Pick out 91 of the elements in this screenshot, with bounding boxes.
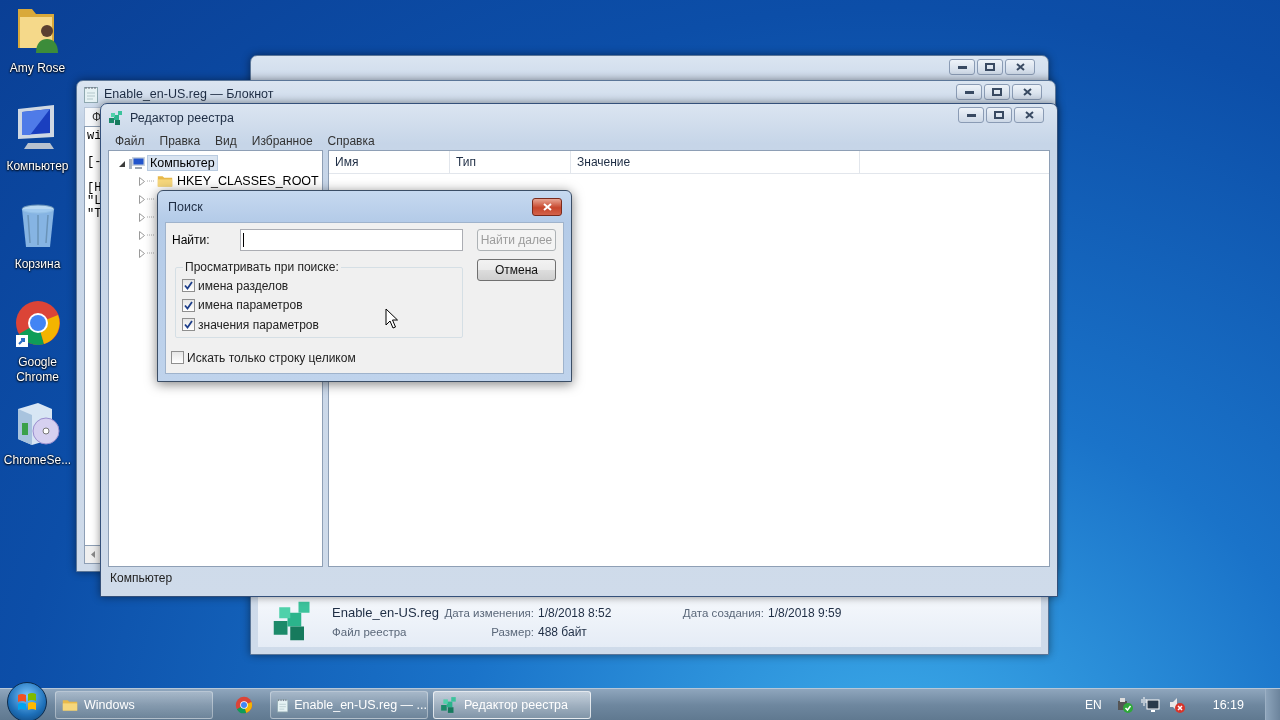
- language-indicator[interactable]: EN: [1085, 698, 1102, 712]
- field-label: Дата изменения:: [443, 606, 534, 619]
- desktop-icon-label[interactable]: Google Chrome: [2, 355, 73, 385]
- network-icon[interactable]: [1140, 696, 1161, 714]
- checkbox-label[interactable]: значения параметров: [198, 317, 319, 332]
- maximize-icon: [994, 111, 1004, 119]
- text-line: wi: [87, 130, 103, 143]
- dialog-title: Поиск: [168, 199, 203, 214]
- close-icon: [1015, 63, 1025, 71]
- field-value: 488 байт: [538, 624, 588, 639]
- expand-arrow-icon[interactable]: [139, 248, 145, 258]
- start-button[interactable]: [7, 682, 47, 720]
- dotted-line: [147, 180, 155, 182]
- dotted-line: [147, 198, 155, 200]
- collapse-arrow-icon[interactable]: [119, 159, 126, 167]
- text-line: "T: [87, 208, 103, 221]
- column-header[interactable]: Имя: [329, 151, 450, 173]
- menu-item[interactable]: Вид: [208, 134, 245, 148]
- maximize-button[interactable]: [984, 84, 1010, 100]
- expand-arrow-icon[interactable]: [139, 176, 145, 186]
- text-line: [H: [87, 182, 103, 195]
- checkbox[interactable]: [182, 318, 195, 332]
- minimize-icon: [966, 113, 976, 117]
- menu-item[interactable]: Файл: [108, 134, 153, 148]
- flag-icon: [17, 693, 37, 711]
- desktop-icon-label[interactable]: ChromeSe...: [2, 453, 73, 468]
- field-label: Размер:: [490, 625, 534, 638]
- menu-item[interactable]: Избранное: [244, 134, 321, 148]
- tree-item[interactable]: HKEY_CLASSES_ROOT: [175, 174, 321, 188]
- text-line: "L: [87, 195, 103, 208]
- dotted-line: [147, 216, 155, 218]
- close-button[interactable]: [1005, 59, 1035, 75]
- folder-icon: [157, 174, 173, 188]
- minimize-button[interactable]: [958, 107, 984, 123]
- browser-icon: [13, 299, 62, 349]
- column-header[interactable]: Тип: [450, 151, 571, 173]
- close-button[interactable]: [532, 198, 562, 216]
- notepad-icon: [277, 696, 289, 714]
- field-label: Дата создания:: [681, 606, 764, 619]
- checkbox-label[interactable]: имена параметров: [198, 298, 303, 313]
- maximize-icon: [985, 63, 995, 71]
- clock[interactable]: 16:19: [1212, 698, 1244, 712]
- cubes-icon: [440, 696, 458, 714]
- checkbox[interactable]: [182, 298, 195, 312]
- window-title: Редактор реестра: [130, 111, 235, 125]
- speaker-muted-icon[interactable]: [1167, 696, 1186, 714]
- desktop-icon-label[interactable]: Компьютер: [2, 159, 73, 174]
- cubes-icon: [108, 110, 124, 126]
- expand-arrow-icon[interactable]: [139, 194, 145, 204]
- dotted-line: [147, 234, 155, 236]
- window-title: Enable_en-US.reg — Блокнот: [104, 87, 274, 101]
- minimize-icon: [957, 65, 967, 69]
- printer-check-icon[interactable]: [1115, 696, 1134, 714]
- dotted-line: [147, 252, 155, 254]
- menu-item[interactable]: Справка: [320, 134, 383, 148]
- menu-item[interactable]: Правка: [152, 134, 209, 148]
- group-label: Просматривать при поиске:: [184, 260, 340, 274]
- browser-icon: [235, 696, 253, 714]
- checkbox[interactable]: [182, 279, 195, 293]
- dialog-button[interactable]: Отмена: [477, 259, 556, 281]
- maximize-button[interactable]: [977, 59, 1003, 75]
- maximize-icon: [992, 88, 1002, 96]
- maximize-button[interactable]: [986, 107, 1012, 123]
- desktop-icon-label[interactable]: Корзина: [2, 257, 73, 272]
- checkbox[interactable]: [171, 351, 184, 365]
- expand-arrow-icon[interactable]: [139, 230, 145, 240]
- status-text: Компьютер: [110, 571, 173, 585]
- minimize-icon: [964, 90, 974, 94]
- checkbox-label[interactable]: имена разделов: [198, 278, 289, 293]
- computer-icon: [128, 156, 146, 170]
- field-value: 1/8/2018 8:52: [538, 605, 613, 620]
- search-field[interactable]: [240, 229, 463, 251]
- checkbox-label[interactable]: Искать только строку целиком: [187, 350, 356, 365]
- column-header[interactable]: Значение: [571, 151, 860, 173]
- tree-item[interactable]: Компьютер: [148, 156, 217, 170]
- text-line: [-: [87, 156, 103, 169]
- menu-item[interactable]: Ф: [92, 110, 102, 124]
- minimize-button[interactable]: [949, 59, 975, 75]
- close-button[interactable]: [1014, 107, 1044, 123]
- close-icon: [1024, 111, 1034, 119]
- close-icon: [542, 203, 552, 211]
- cursor-icon: [385, 308, 398, 329]
- close-button[interactable]: [1012, 84, 1042, 100]
- file-type: Файл реестра: [332, 625, 408, 638]
- desktop-icon-label[interactable]: Amy Rose: [2, 61, 73, 76]
- field-value: 1/8/2018 9:59: [768, 605, 843, 620]
- expand-arrow-icon[interactable]: [139, 212, 145, 222]
- notepad-icon: [84, 85, 98, 103]
- minimize-button[interactable]: [956, 84, 982, 100]
- close-icon: [1022, 88, 1032, 96]
- field-label: Найти:: [172, 233, 211, 247]
